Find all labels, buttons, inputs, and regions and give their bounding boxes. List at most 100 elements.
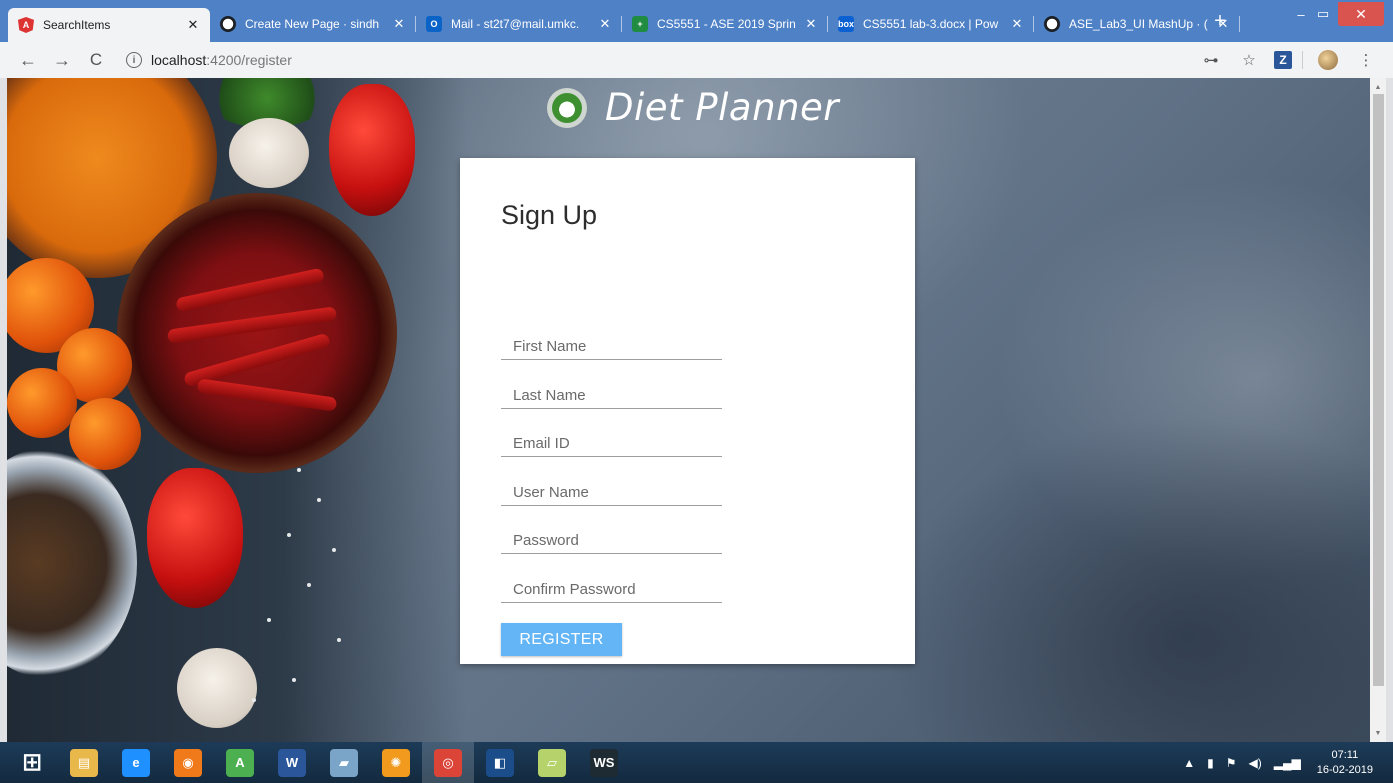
username-input[interactable] [501, 480, 722, 505]
taskbar-app-list: ⊞ ▤ e ◉ A W ▰ ✺ ◎ ◧ ▱ WS [6, 742, 630, 783]
salt-decoration [267, 618, 271, 622]
clock-time: 07:11 [1331, 748, 1359, 761]
reload-button[interactable]: C [82, 46, 110, 74]
taskbar-app[interactable]: e [110, 742, 162, 783]
taskbar-app[interactable]: ⊞ [6, 742, 58, 783]
outlook-icon: O [426, 16, 442, 32]
username-field [501, 480, 722, 506]
tab-separator [1239, 16, 1240, 32]
address-bar[interactable]: i localhost:4200/register [118, 46, 1263, 74]
github-icon [220, 16, 236, 32]
taskbar-clock[interactable]: 07:11 16-02-2019 [1317, 748, 1373, 778]
tab-close-icon[interactable]: ✕ [186, 17, 200, 33]
browser-menu-icon[interactable]: ⋮ [1353, 48, 1379, 72]
system-tray: ▲ ▮ ⚑ ◀) ▂▄▆ 07:11 16-02-2019 [1171, 742, 1373, 783]
register-button[interactable]: REGISTER [501, 623, 622, 656]
volume-icon[interactable]: ◀) [1249, 756, 1262, 770]
email-input[interactable] [501, 431, 722, 456]
jetbrains-icon: ◧ [486, 748, 514, 777]
taskbar-app[interactable]: ◉ [162, 742, 214, 783]
tray-device-icon[interactable]: ▮ [1207, 756, 1214, 770]
sticky-notes-icon: ▱ [538, 748, 566, 777]
peppercorn-bowl-decoration [7, 448, 137, 678]
extension-z-icon[interactable]: Z [1274, 51, 1292, 69]
page-scrollbar[interactable]: ▲ ▼ [1370, 78, 1386, 742]
maximize-button[interactable]: ▭ [1312, 2, 1334, 26]
minimize-button[interactable]: – [1290, 2, 1312, 26]
chrome-icon: ◎ [434, 748, 462, 777]
email-field [501, 431, 722, 457]
first-name-field [501, 334, 722, 360]
clock-date: 16-02-2019 [1316, 763, 1373, 776]
first-name-input[interactable] [501, 334, 722, 359]
tab-close-icon[interactable]: ✕ [598, 16, 612, 32]
notepad-icon: ▰ [330, 748, 358, 777]
file-explorer-icon: ▤ [70, 748, 98, 777]
tab-close-icon[interactable]: ✕ [1010, 16, 1024, 32]
tray-chevron-icon[interactable]: ▲ [1183, 756, 1195, 770]
taskbar-app[interactable]: A [214, 742, 266, 783]
toolbar-divider [1302, 51, 1303, 69]
internet-explorer-icon: e [122, 748, 150, 777]
settings-gear-icon: ✺ [382, 748, 410, 777]
android-studio-icon: A [226, 748, 254, 777]
tab-title: ASE_Lab3_UI MashUp · ( [1069, 17, 1208, 31]
browser-tab[interactable]: A SearchItems ✕ [8, 8, 210, 42]
taskbar-app[interactable]: ◧ [474, 742, 526, 783]
bookmark-star-icon[interactable]: ☆ [1236, 48, 1262, 72]
site-info-icon[interactable]: i [126, 52, 142, 68]
angular-icon: A [18, 17, 34, 33]
diet-planner-logo-icon [547, 87, 587, 128]
salt-decoration [332, 548, 336, 552]
browser-tab[interactable]: box CS5551 lab-3.docx | Pow ✕ [828, 8, 1034, 40]
word-icon: W [278, 748, 306, 777]
brand-header: Diet Planner [547, 86, 839, 129]
password-field [501, 528, 722, 554]
close-window-button[interactable]: ✕ [1338, 2, 1384, 26]
browser-tab[interactable]: O Mail - st2t7@mail.umkc. ✕ [416, 8, 622, 40]
confirm-password-field [501, 577, 722, 603]
tab-close-icon[interactable]: ✕ [392, 16, 406, 32]
taskbar-app[interactable]: ▱ [526, 742, 578, 783]
tab-close-icon[interactable]: ✕ [804, 16, 818, 32]
scroll-thumb[interactable] [1373, 94, 1384, 686]
red-pepper-decoration [147, 468, 243, 608]
salt-decoration [292, 678, 296, 682]
password-key-icon[interactable]: ⊶ [1198, 48, 1224, 72]
tab-title: CS5551 lab-3.docx | Pow [863, 17, 999, 31]
github-icon [1044, 16, 1060, 32]
taskbar-app[interactable]: WS [578, 742, 630, 783]
tab-title: Create New Page · sindh [245, 17, 380, 31]
tomato-decoration [7, 368, 77, 438]
browser-tab[interactable]: + CS5551 - ASE 2019 Sprin ✕ [622, 8, 828, 40]
profile-avatar[interactable] [1315, 48, 1341, 72]
new-tab-button[interactable]: + [1208, 10, 1232, 33]
taskbar-app[interactable]: ◎ [422, 742, 474, 783]
taskbar-app[interactable]: ▰ [318, 742, 370, 783]
forward-button[interactable]: → [48, 46, 76, 74]
url-host: localhost [151, 52, 207, 68]
taskbar-app[interactable]: ✺ [370, 742, 422, 783]
scroll-up-arrow-icon[interactable]: ▲ [1370, 80, 1386, 94]
last-name-input[interactable] [501, 383, 722, 408]
browser-tab-strip: A SearchItems ✕ Create New Page · sindh ✕ O Ma… [0, 0, 1393, 46]
salt-decoration [307, 583, 311, 587]
password-input[interactable] [501, 528, 722, 553]
browser-tab[interactable]: Create New Page · sindh ✕ [210, 8, 416, 40]
brand-title: Diet Planner [605, 86, 839, 129]
back-button[interactable]: ← [14, 46, 42, 74]
scroll-down-arrow-icon[interactable]: ▼ [1370, 726, 1386, 740]
box-icon: box [838, 16, 854, 32]
salt-decoration [287, 533, 291, 537]
taskbar-app[interactable]: ▤ [58, 742, 110, 783]
network-signal-icon[interactable]: ▂▄▆ [1274, 756, 1301, 770]
page-viewport: Diet Planner Sign Up REGISTER [7, 78, 1370, 742]
tab-title: Mail - st2t7@mail.umkc. [451, 17, 580, 31]
tray-flag-icon[interactable]: ⚑ [1226, 756, 1237, 770]
chili-bowl-decoration [117, 193, 397, 473]
background-food-image [7, 78, 467, 742]
garlic-decoration [177, 648, 257, 728]
confirm-password-input[interactable] [501, 577, 722, 602]
taskbar-app[interactable]: W [266, 742, 318, 783]
firefox-icon: ◉ [174, 748, 202, 777]
